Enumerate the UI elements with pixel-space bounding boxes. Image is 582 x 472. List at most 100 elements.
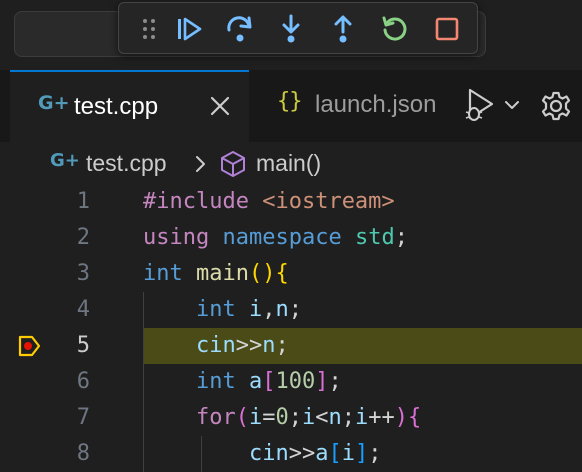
continue-icon — [178, 17, 202, 41]
code-token: int — [195, 369, 236, 394]
tab-launch-json[interactable]: {} launch.json — [249, 70, 464, 142]
code-token: ] — [315, 369, 329, 394]
code-token: ; — [368, 441, 382, 466]
code-token: >> — [288, 441, 316, 466]
tab-test-cpp[interactable]: G+ test.cpp — [10, 70, 249, 142]
indent-guide — [201, 436, 202, 472]
code-token: n — [262, 333, 276, 358]
code-text: int main(){ — [143, 259, 289, 289]
json-file-icon: {} — [277, 89, 302, 114]
breadcrumb-file[interactable]: test.cpp — [86, 148, 167, 178]
settings-button[interactable] — [540, 90, 572, 126]
code-token: ; — [394, 225, 408, 250]
restart-button[interactable] — [377, 11, 413, 47]
step-over-icon — [227, 16, 252, 42]
code-token: namespace — [222, 225, 342, 250]
code-token: i — [354, 405, 369, 430]
code-token: [ — [262, 369, 276, 394]
line-number: 5 — [76, 333, 90, 358]
code-token: >> — [235, 333, 263, 358]
code-line[interactable]: 6 int a[100]; — [0, 364, 582, 400]
code-token: main — [196, 261, 249, 286]
step-over-button[interactable] — [222, 11, 258, 47]
step-into-icon — [282, 14, 300, 43]
run-debug-button[interactable] — [462, 86, 524, 126]
stop-icon — [435, 17, 459, 41]
cpp-file-icon: G+ — [38, 92, 70, 114]
code-line[interactable]: 2 using namespace std; — [0, 220, 582, 256]
gear-icon — [541, 91, 571, 121]
code-token: ++ — [368, 405, 395, 430]
code-token: ; — [288, 297, 302, 322]
code-token: ( — [235, 405, 249, 430]
code-token: 0 — [275, 405, 289, 430]
code-token: i — [341, 441, 355, 466]
code-token: int — [143, 261, 183, 286]
code-token: a — [315, 441, 329, 466]
code-editor[interactable]: 1 #include <iostream> 2 using namespace std… — [0, 184, 582, 472]
chevron-right-icon — [196, 156, 205, 172]
title-bar — [0, 0, 582, 70]
line-number: 4 — [76, 297, 90, 322]
code-token: < — [315, 405, 329, 430]
code-line[interactable]: 4 int i,n; — [0, 292, 582, 328]
code-text: cin>>n; — [143, 331, 289, 361]
step-out-icon — [334, 15, 352, 43]
code-token: { — [407, 405, 422, 430]
step-out-button[interactable] — [325, 11, 361, 47]
code-token: ; — [328, 369, 342, 394]
restart-icon — [382, 16, 407, 41]
step-into-button[interactable] — [273, 11, 309, 47]
code-token: a — [248, 369, 263, 394]
code-token: using — [143, 225, 210, 250]
code-token: std — [354, 225, 395, 250]
code-token: ; — [288, 405, 302, 430]
code-line[interactable]: 8 cin>>a[i]; — [0, 436, 582, 472]
code-token: cin — [195, 333, 236, 358]
gripper-icon — [143, 19, 155, 39]
code-token: { — [275, 261, 289, 286]
code-token: = — [262, 405, 276, 430]
vscode-window: G+ test.cpp {} launch.json G+ test.cpp m… — [0, 0, 582, 472]
debug-drag-handle[interactable] — [131, 11, 167, 47]
method-icon — [221, 151, 245, 177]
continue-button[interactable] — [171, 11, 207, 47]
code-token: ; — [275, 333, 289, 358]
code-token: [ — [328, 441, 342, 466]
code-token: cin — [248, 441, 289, 466]
code-line[interactable]: 3 int main(){ — [0, 256, 582, 292]
editor-tab-bar: G+ test.cpp {} launch.json — [0, 70, 582, 142]
breadcrumb-symbol[interactable]: main() — [256, 148, 321, 178]
line-number: 6 — [76, 369, 90, 394]
stop-button[interactable] — [429, 11, 465, 47]
code-text: using namespace std; — [143, 223, 408, 253]
code-token: ; — [341, 405, 355, 430]
cpp-file-icon: G+ — [50, 150, 80, 171]
close-tab-button[interactable] — [208, 94, 232, 122]
code-token: <iostream> — [262, 189, 395, 214]
code-token: i — [248, 405, 263, 430]
chevron-down-icon — [505, 101, 519, 109]
code-token: int — [195, 297, 236, 322]
tab-label: launch.json — [315, 91, 437, 118]
current-line[interactable]: 5 cin>>n; — [0, 328, 582, 364]
code-line[interactable]: 1 #include <iostream> — [0, 184, 582, 220]
close-icon — [210, 96, 230, 116]
code-token: , — [262, 297, 276, 322]
code-line[interactable]: 7 for(i=0;i<n;i++){ — [0, 400, 582, 436]
code-token: #include — [143, 189, 249, 214]
line-number: 1 — [76, 189, 90, 214]
breadcrumb: G+ test.cpp main() — [0, 142, 582, 184]
code-token: 100 — [275, 369, 316, 394]
code-token: i — [301, 405, 316, 430]
line-number: 7 — [76, 405, 90, 430]
